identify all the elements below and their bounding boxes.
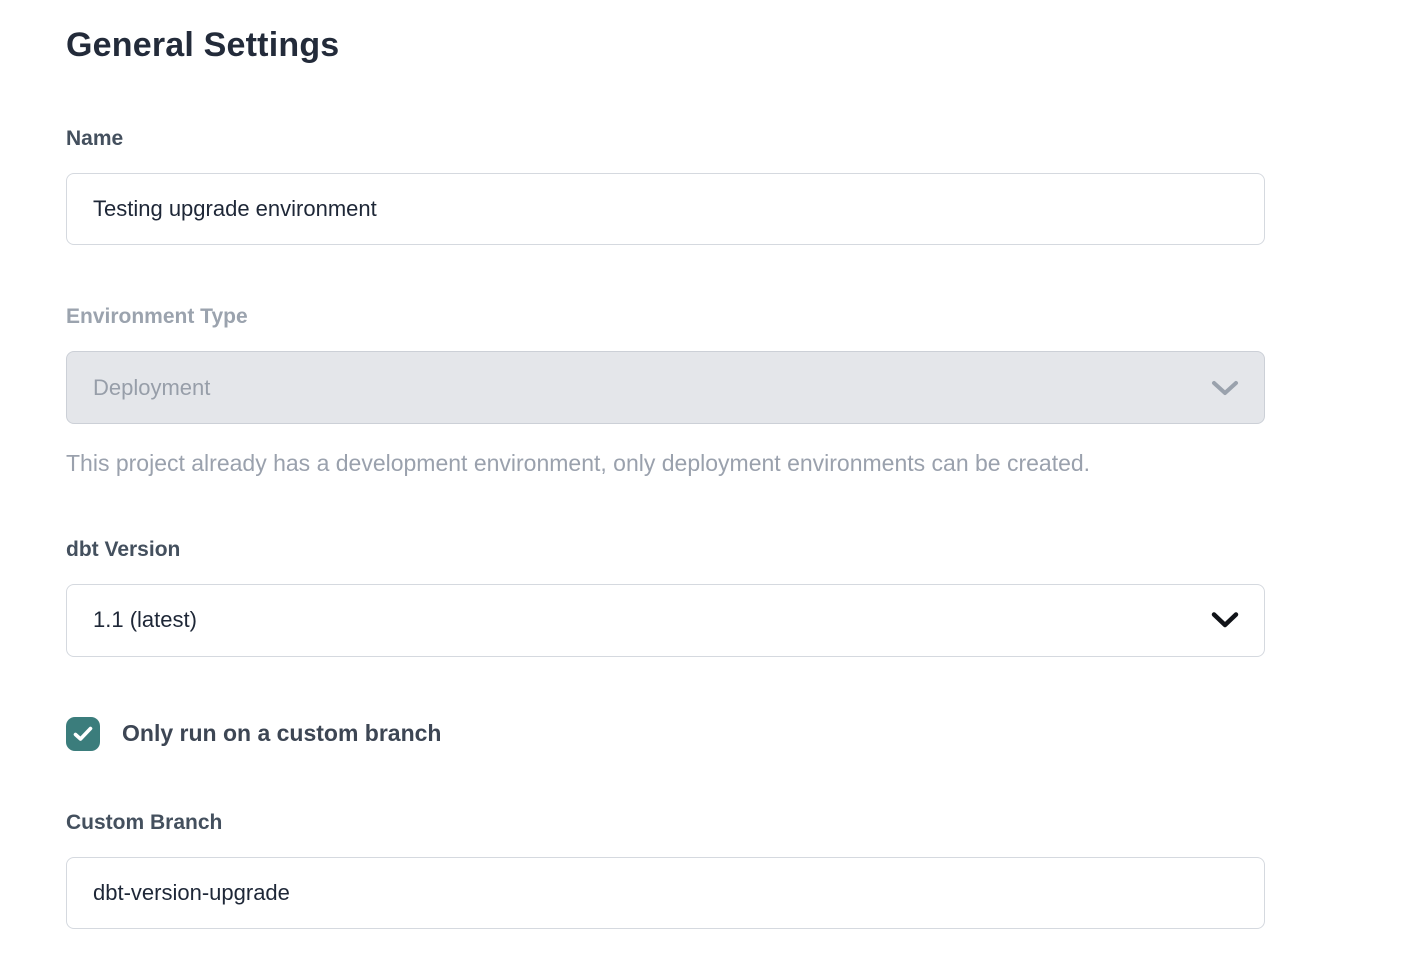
dbt-version-label: dbt Version xyxy=(66,538,1265,562)
page-title: General Settings xyxy=(66,26,1265,65)
custom-branch-label: Custom Branch xyxy=(66,811,1265,835)
environment-type-select: Deployment xyxy=(66,351,1265,424)
environment-type-field-group: Environment Type Deployment This project… xyxy=(66,305,1265,478)
name-field-group: Name xyxy=(66,127,1265,245)
custom-branch-checkbox-label[interactable]: Only run on a custom branch xyxy=(122,720,441,747)
custom-branch-input[interactable] xyxy=(66,857,1265,929)
name-input[interactable] xyxy=(66,173,1265,245)
environment-type-label: Environment Type xyxy=(66,305,1265,329)
environment-type-helper-text: This project already has a development e… xyxy=(66,450,1265,478)
check-icon xyxy=(73,726,93,742)
custom-branch-checkbox[interactable] xyxy=(66,717,100,751)
dbt-version-value: 1.1 (latest) xyxy=(93,607,197,633)
name-label: Name xyxy=(66,127,1265,151)
dbt-version-select[interactable]: 1.1 (latest) xyxy=(66,584,1265,657)
custom-branch-toggle-row: Only run on a custom branch xyxy=(66,717,1265,751)
custom-branch-field-group: Custom Branch xyxy=(66,811,1265,929)
dbt-version-field-group: dbt Version 1.1 (latest) xyxy=(66,538,1265,657)
general-settings-form: General Settings Name Environment Type D… xyxy=(0,0,1265,929)
environment-type-value: Deployment xyxy=(93,375,210,401)
